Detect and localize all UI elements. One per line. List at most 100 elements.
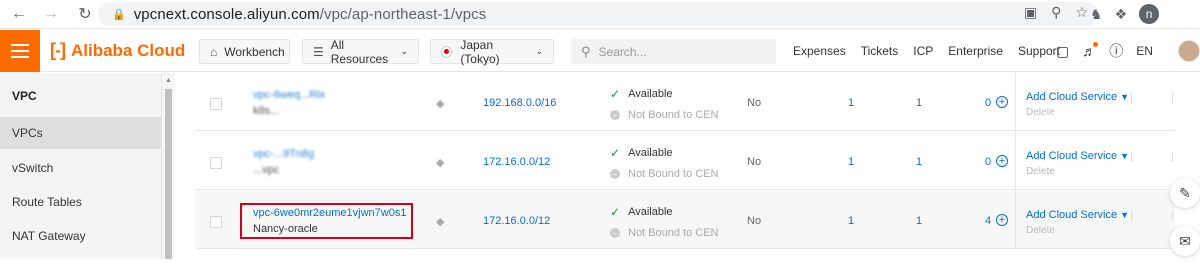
row-checkbox[interactable] [210,98,222,110]
chevron-down-icon: ▼ [1120,210,1130,220]
sidebar: VPC VPCs vSwitch Route Tables NAT Gatewa… [0,73,161,259]
count-link[interactable]: 1 [916,215,922,227]
forward-icon[interactable]: → [40,3,62,25]
chat-icon[interactable]: ✉ [1170,226,1200,256]
count-link[interactable]: 1 [916,97,922,109]
sidebar-item-vswitch[interactable]: vSwitch [0,152,161,184]
cidr-link[interactable]: 172.16.0.0/12 [483,156,550,168]
divider [1131,211,1132,221]
default-vpc-value: No [747,215,762,227]
check-icon: ✓ [610,205,621,219]
back-icon[interactable]: ← [8,3,30,25]
cidr-link[interactable]: 192.168.0.0/16 [483,97,556,109]
divider [1172,93,1173,103]
scrollbar-thumb[interactable] [165,89,172,259]
lock-icon: 🔒 [112,8,126,21]
scroll-up-icon[interactable]: ▲ [165,77,172,84]
status-available: ✓ Available [610,146,673,160]
workbench-button[interactable]: ⌂ Workbench [199,39,290,64]
url-text: vpcnext.console.aliyun.com/vpc/ap-northe… [133,5,487,23]
list-icon: ☰ [313,44,324,59]
table-row: vpc-6weq...Rlx k8s... ◆ 192.168.0.0/16 ✓… [195,73,1175,131]
delete-button[interactable]: Delete [1026,166,1055,177]
profile-avatar[interactable]: n [1139,4,1160,24]
puzzle-icon[interactable]: ❖ [1115,6,1128,23]
check-icon: ✓ [610,146,621,160]
all-resources-dropdown[interactable]: ☰ All Resources ⌄ [302,38,419,66]
icp-link[interactable]: ICP [913,44,933,58]
add-cloud-service-button[interactable]: Add Cloud Service ▼ [1026,209,1129,221]
home-icon: ⌂ [210,44,218,59]
row-checkbox[interactable] [210,157,222,169]
address-bar[interactable]: 🔒 vpcnext.console.aliyun.com/vpc/ap-nort… [98,2,1098,26]
chevron-down-icon: ⌄ [535,46,543,56]
star-icon[interactable]: ☆ [1075,4,1088,21]
feedback-icon[interactable]: ✎ [1170,178,1200,208]
floating-tools: ✎ ✉ [1170,178,1200,274]
check-icon: ✓ [610,87,621,101]
minus-circle-icon: − [610,228,620,238]
tag-icon[interactable]: ◆ [436,156,444,169]
cen-status: − Not Bound to CEN [610,227,719,239]
translate-icon[interactable]: ▣ [1024,4,1037,21]
enterprise-link[interactable]: Enterprise [948,44,1003,58]
count-link[interactable]: 4 [985,215,991,227]
browser-toolbar: ← → ↻ 🔒 vpcnext.console.aliyun.com/vpc/a… [0,0,1200,29]
chevron-down-icon: ▼ [1120,92,1130,102]
cidr-link[interactable]: 172.16.0.0/12 [483,215,550,227]
count-link[interactable]: 0 [985,156,991,168]
region-selector[interactable]: Japan (Tokyo) ⌄ [430,38,554,66]
sidebar-scrollbar[interactable]: ▲ [161,73,175,259]
divider [1131,93,1132,103]
add-cloud-service-button[interactable]: Add Cloud Service ▼ [1026,150,1129,162]
vpc-id-link[interactable]: vpc-6weq...Rlx [253,89,325,101]
add-circle-icon[interactable]: + [996,96,1008,108]
vpc-id-link[interactable]: vpc-...9Tn8g [253,148,314,160]
add-circle-icon[interactable]: + [996,155,1008,167]
count-link[interactable]: 1 [916,156,922,168]
highlight-box [240,203,413,239]
vpc-table: vpc-6weq...Rlx k8s... ◆ 192.168.0.0/16 ✓… [175,73,1175,259]
tag-icon[interactable]: ◆ [436,215,444,228]
sidebar-title: VPC [12,89,37,103]
tickets-link[interactable]: Tickets [861,44,899,58]
sidebar-item-nat-gateway[interactable]: NAT Gateway [0,220,161,252]
terminal-icon[interactable]: ▢ [1056,43,1069,60]
reload-icon[interactable]: ↻ [74,3,96,25]
delete-button[interactable]: Delete [1026,225,1055,236]
menu-icon[interactable] [0,30,40,72]
row-checkbox[interactable] [210,216,222,228]
sidebar-item-route-tables[interactable]: Route Tables [0,186,161,218]
count-link[interactable]: 1 [848,156,854,168]
user-avatar[interactable] [1178,40,1200,62]
add-circle-icon[interactable]: + [996,214,1008,226]
chevron-down-icon: ⌄ [400,46,408,56]
console-header: [-] Alibaba Cloud ⌂ Workbench ☰ All Resour… [0,30,1200,72]
help-icon[interactable]: ⓘ [1109,41,1123,61]
bell-icon[interactable]: ♬ [1082,42,1099,59]
row-actions: Add Cloud Service ▼ Delete [1015,73,1175,131]
count-link[interactable]: 1 [848,97,854,109]
expenses-link[interactable]: Expenses [793,44,846,58]
default-vpc-value: No [747,156,762,168]
search-icon: ⚲ [581,43,591,59]
delete-button[interactable]: Delete [1026,107,1055,118]
support-link[interactable]: Support [1018,44,1060,58]
tag-icon[interactable]: ◆ [436,97,444,110]
vpc-name: k8s... [253,105,280,117]
search-input[interactable]: ⚲ Search... [571,39,776,64]
language-switch[interactable]: EN [1136,44,1153,58]
count-link[interactable]: 1 [848,215,854,227]
status-available: ✓ Available [610,87,673,101]
add-cloud-service-button[interactable]: Add Cloud Service ▼ [1026,91,1129,103]
zoom-icon[interactable]: ⚲ [1051,4,1061,21]
brand-logo[interactable]: [-] Alibaba Cloud [50,40,185,61]
row-actions: Add Cloud Service ▼ Delete [1015,132,1175,190]
sidebar-item-vpcs[interactable]: VPCs [0,117,161,149]
divider [1172,152,1173,162]
minus-circle-icon: − [610,110,620,120]
count-link[interactable]: 0 [985,97,991,109]
extension-icon[interactable]: ♞ [1090,6,1103,23]
default-vpc-value: No [747,97,762,109]
divider [1131,152,1132,162]
